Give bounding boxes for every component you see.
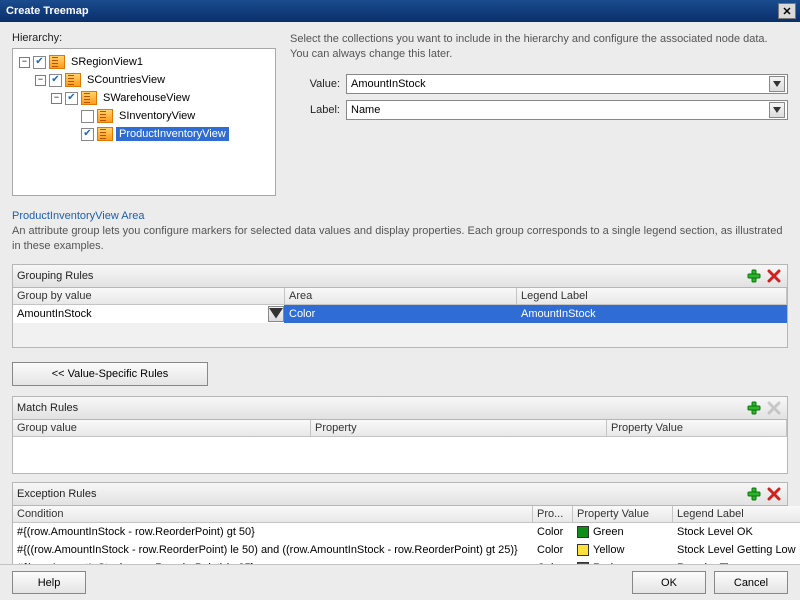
tree-node-label: ProductInventoryView bbox=[116, 127, 229, 141]
cell-legend: AmountInStock bbox=[517, 308, 787, 320]
label-combo[interactable]: Name bbox=[346, 100, 788, 120]
tree-spacer bbox=[67, 111, 78, 122]
grouping-rules-box: Grouping Rules Group by value Area Legen… bbox=[12, 264, 788, 348]
area-section-title: ProductInventoryView Area bbox=[12, 210, 788, 222]
column-header: Group by value bbox=[13, 288, 285, 304]
delete-button bbox=[765, 399, 783, 417]
column-header: Property Value bbox=[607, 420, 787, 436]
hierarchy-label: Hierarchy: bbox=[12, 32, 276, 44]
column-header: Area bbox=[285, 288, 517, 304]
cell-condition: #{((row.AmountInStock - row.ReorderPoint… bbox=[13, 544, 533, 556]
group-by-value: AmountInStock bbox=[13, 308, 92, 320]
tree-node[interactable]: − SWarehouseView bbox=[17, 89, 271, 107]
view-object-icon bbox=[49, 55, 65, 69]
intro-text: Select the collections you want to inclu… bbox=[290, 32, 788, 62]
checkbox[interactable] bbox=[81, 128, 94, 141]
delete-button[interactable] bbox=[765, 267, 783, 285]
cell-condition: #{(row.AmountInStock - row.ReorderPoint)… bbox=[13, 526, 533, 538]
add-button[interactable] bbox=[745, 485, 763, 503]
view-object-icon bbox=[65, 73, 81, 87]
view-object-icon bbox=[97, 109, 113, 123]
column-header: Group value bbox=[13, 420, 311, 436]
tree-node-label: SRegionView1 bbox=[68, 55, 146, 69]
color-swatch-icon bbox=[577, 526, 589, 538]
add-button[interactable] bbox=[745, 267, 763, 285]
table-row[interactable]: #{((row.AmountInStock - row.ReorderPoint… bbox=[13, 541, 800, 559]
tree-node-label: SInventoryView bbox=[116, 109, 198, 123]
column-header: Legend Label bbox=[517, 288, 787, 304]
cell-area: Color bbox=[285, 308, 517, 320]
cell-property: Color bbox=[533, 526, 573, 538]
titlebar: Create Treemap ✕ bbox=[0, 0, 800, 22]
cell-property: Color bbox=[533, 544, 573, 556]
cell-property-value: Yellow bbox=[573, 544, 673, 556]
window-close-button[interactable]: ✕ bbox=[778, 3, 796, 19]
grouping-rules-title: Grouping Rules bbox=[17, 270, 93, 282]
value-field-label: Value: bbox=[290, 78, 340, 90]
column-header: Legend Label bbox=[673, 506, 800, 522]
window-title: Create Treemap bbox=[6, 5, 89, 17]
area-section-desc: An attribute group lets you configure ma… bbox=[12, 224, 788, 254]
value-combo[interactable]: AmountInStock bbox=[346, 74, 788, 94]
match-rules-box: Match Rules Group value Property Propert… bbox=[12, 396, 788, 474]
add-button[interactable] bbox=[745, 399, 763, 417]
value-specific-rules-button[interactable]: << Value-Specific Rules bbox=[12, 362, 208, 386]
cell-legend: Stock Level Getting Low bbox=[673, 544, 800, 556]
match-rules-title: Match Rules bbox=[17, 402, 78, 414]
cancel-button[interactable]: Cancel bbox=[714, 571, 788, 594]
view-object-icon bbox=[97, 127, 113, 141]
tree-node[interactable]: − SCountriesView bbox=[17, 71, 271, 89]
cell-property-value: Green bbox=[573, 526, 673, 538]
view-object-icon bbox=[81, 91, 97, 105]
tree-spacer bbox=[67, 129, 78, 140]
value-combo-text: AmountInStock bbox=[351, 78, 426, 90]
chevron-down-icon bbox=[268, 306, 284, 322]
label-combo-text: Name bbox=[351, 104, 380, 116]
checkbox[interactable] bbox=[81, 110, 94, 123]
checkbox[interactable] bbox=[49, 74, 62, 87]
cell-legend: Stock Level OK bbox=[673, 526, 800, 538]
group-by-combo[interactable]: AmountInStock bbox=[13, 305, 284, 323]
collapse-icon[interactable]: − bbox=[19, 57, 30, 68]
tree-node[interactable]: − SRegionView1 bbox=[17, 53, 271, 71]
column-header: Pro... bbox=[533, 506, 573, 522]
collapse-icon[interactable]: − bbox=[51, 93, 62, 104]
table-row[interactable]: #{(row.AmountInStock - row.ReorderPoint)… bbox=[13, 523, 800, 541]
help-button[interactable]: Help bbox=[12, 571, 86, 594]
column-header: Property bbox=[311, 420, 607, 436]
ok-button[interactable]: OK bbox=[632, 571, 706, 594]
color-swatch-icon bbox=[577, 544, 589, 556]
tree-node-label: SCountriesView bbox=[84, 73, 168, 87]
tree-node[interactable]: SInventoryView bbox=[17, 107, 271, 125]
delete-button[interactable] bbox=[765, 485, 783, 503]
chevron-down-icon bbox=[769, 102, 785, 118]
column-header: Property Value bbox=[573, 506, 673, 522]
exception-rules-title: Exception Rules bbox=[17, 488, 97, 500]
checkbox[interactable] bbox=[33, 56, 46, 69]
collapse-icon[interactable]: − bbox=[35, 75, 46, 86]
checkbox[interactable] bbox=[65, 92, 78, 105]
chevron-down-icon bbox=[769, 76, 785, 92]
column-header: Condition bbox=[13, 506, 533, 522]
match-rules-body bbox=[13, 437, 787, 473]
hierarchy-tree[interactable]: − SRegionView1 − SCountriesView − SWarehouseV… bbox=[12, 48, 276, 196]
table-row[interactable]: AmountInStock Color AmountInStock bbox=[13, 305, 787, 323]
label-field-label: Label: bbox=[290, 104, 340, 116]
tree-node-label: SWarehouseView bbox=[100, 91, 193, 105]
tree-node[interactable]: ProductInventoryView bbox=[17, 125, 271, 143]
